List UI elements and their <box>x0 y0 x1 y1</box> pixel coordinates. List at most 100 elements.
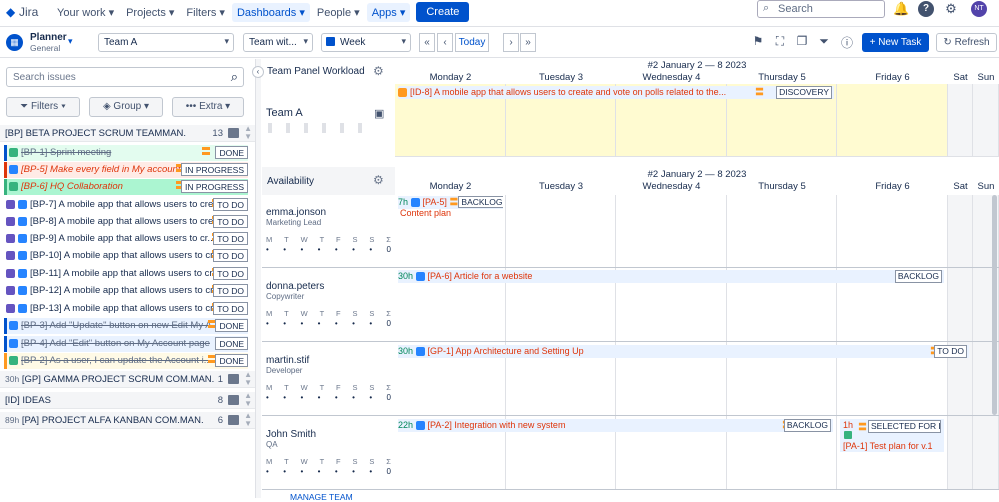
collapse-panel-button[interactable]: ‹ <box>252 66 264 78</box>
task-bar[interactable]: 1h 〓 SELECTED FOR D... [PA-1] Test plan … <box>840 419 944 452</box>
today-button[interactable]: Today <box>455 33 489 52</box>
filters-button[interactable]: ⏷ Filters ▾ <box>6 97 80 117</box>
first-page-button[interactable]: « <box>419 33 435 52</box>
view-select[interactable]: Week▾ <box>321 33 411 52</box>
group-header[interactable]: 30h [GP] GAMMA PROJECT SCRUM COM.MAN. 1 … <box>0 371 256 388</box>
task-title: [PA-2] Integration with new system <box>428 420 566 430</box>
copy-icon[interactable]: ❐ <box>794 34 810 50</box>
group-header[interactable]: 89h [PA] PROJECT ALFA KANBAN COM.MAN. 6 … <box>0 412 256 429</box>
calendar-icon[interactable] <box>228 128 239 138</box>
create-button[interactable]: Create <box>416 2 469 22</box>
search-input[interactable]: ⌕ Search <box>757 0 885 18</box>
nav-projects[interactable]: Projects ▾ <box>121 3 179 22</box>
task-bar[interactable]: 30h [PA-6] Article for a website 〓 BACKL… <box>398 270 944 283</box>
calendar-icon[interactable] <box>228 415 239 425</box>
team-select[interactable]: Team A▾ <box>98 33 234 52</box>
day-letter: S <box>369 235 374 244</box>
new-task-button[interactable]: + New Task <box>862 33 929 52</box>
subtask-icon <box>18 217 27 226</box>
team-with-select[interactable]: Team wit...▾ <box>243 33 313 52</box>
nav-filters[interactable]: Filters ▾ <box>181 3 230 22</box>
avatar[interactable]: NT <box>971 1 987 17</box>
next-button[interactable]: › <box>503 33 519 52</box>
fullscreen-icon[interactable]: ⛶ <box>772 34 788 50</box>
list-item[interactable]: [BP-13] A mobile app that allows users t… <box>4 301 248 317</box>
group-header[interactable]: [BP] BETA PROJECT SCRUM TEAMMAN. 13 ▲▼ <box>0 125 256 142</box>
nav-apps[interactable]: Apps ▾ <box>367 3 411 22</box>
flag-icon[interactable]: ⚑ <box>750 34 766 50</box>
list-item[interactable]: [BP-12] A mobile app that allows users t… <box>4 283 248 299</box>
group-button[interactable]: ◈ Group ▾ <box>89 97 163 117</box>
gear-icon[interactable]: ⚙ <box>373 64 384 78</box>
list-item[interactable]: [BP-1] Sprint meeting 〓DONE <box>4 145 248 161</box>
scrollbar[interactable] <box>992 195 997 415</box>
expand-icon <box>6 251 15 260</box>
panel-divider[interactable] <box>256 59 261 498</box>
calendar-cell[interactable] <box>948 84 973 157</box>
notifications-icon[interactable]: 🔔 <box>893 1 909 17</box>
list-item[interactable]: [BP-7] A mobile app that allows users to… <box>4 197 248 213</box>
sort-icon[interactable]: ▲▼ <box>244 412 252 428</box>
planner-icon[interactable]: ▦ <box>6 34 23 51</box>
calendar-cell[interactable] <box>616 195 727 268</box>
refresh-button[interactable]: ↻ Refresh <box>936 33 997 52</box>
group-count: 1 <box>218 371 223 388</box>
list-item[interactable]: [BP-3] Add "Update" button on new Edit M… <box>4 318 248 334</box>
list-item[interactable]: [BP-8] A mobile app that allows users to… <box>4 214 248 230</box>
calendar-cell[interactable] <box>837 195 948 268</box>
app-name[interactable]: Jira <box>19 5 38 19</box>
calendar-cell[interactable] <box>948 268 973 342</box>
sort-icon[interactable]: ▲▼ <box>244 371 252 387</box>
member-name[interactable]: martin.stif <box>266 355 309 366</box>
sort-icon[interactable]: ▲▼ <box>244 392 252 408</box>
task-bar[interactable]: [ID-8] A mobile app that allows users to… <box>398 86 834 99</box>
planner-title[interactable]: Planner <box>30 32 67 43</box>
member-name[interactable]: emma.jonson <box>266 207 326 218</box>
calendar-cell[interactable] <box>948 416 973 490</box>
calendar-icon[interactable] <box>228 395 239 405</box>
nav-your-work[interactable]: Your work ▾ <box>52 3 119 22</box>
calendar-cell[interactable] <box>973 84 999 157</box>
calendar-icon[interactable]: ▣ <box>374 107 384 120</box>
filter-icon[interactable]: ⏷ <box>816 34 832 50</box>
list-item[interactable]: [BP-2] As a user, I can update the Accou… <box>4 353 248 369</box>
subtask-icon <box>9 165 18 174</box>
calendar-cell[interactable] <box>948 195 973 268</box>
help-icon[interactable]: ⓘ <box>839 34 855 50</box>
extra-button[interactable]: ••• Extra ▾ <box>172 97 244 117</box>
member-name[interactable]: John Smith <box>266 429 316 440</box>
jira-logo-icon[interactable]: ◆ <box>6 6 16 18</box>
calendar-cell[interactable] <box>837 84 948 157</box>
task-hours: 30h <box>398 346 413 356</box>
member-name[interactable]: donna.peters <box>266 281 324 292</box>
status-badge: BACKLOG <box>784 419 831 432</box>
help-icon[interactable]: ? <box>918 1 934 17</box>
subtask-icon <box>18 286 27 295</box>
issue-title: [BP-1] Sprint meeting <box>21 147 111 158</box>
gear-icon[interactable]: ⚙ <box>943 1 959 17</box>
sort-icon[interactable]: ▲▼ <box>244 125 252 141</box>
manage-team-link[interactable]: MANAGE TEAM <box>290 492 353 502</box>
list-item[interactable]: [BP-11] A mobile app that allows users t… <box>4 266 248 282</box>
calendar-cell[interactable] <box>727 195 837 268</box>
calendar-icon[interactable] <box>228 374 239 384</box>
previous-button[interactable]: ‹ <box>437 33 453 52</box>
task-bar[interactable]: 30h [GP-1] App Architecture and Setting … <box>398 345 969 358</box>
search-issues-input[interactable]: Search issues ⌕ <box>6 67 244 87</box>
list-item[interactable]: [BP-9] A mobile app that allows users to… <box>4 231 248 247</box>
list-item[interactable]: [BP-5] Make every field in My account ..… <box>4 162 248 178</box>
nav-people[interactable]: People ▾ <box>312 3 365 22</box>
list-item[interactable]: [BP-6] HQ Collaboration 〓IN PROGRESS <box>4 179 248 195</box>
calendar-cell[interactable] <box>506 195 616 268</box>
group-header[interactable]: [ID] IDEAS 8 ▲▼ <box>0 392 256 409</box>
task-title[interactable]: Content plan <box>400 208 451 218</box>
last-page-button[interactable]: » <box>520 33 536 52</box>
chevron-down-icon[interactable]: ▾ <box>68 36 73 47</box>
calendar-cell[interactable] <box>973 416 999 490</box>
list-item[interactable]: [BP-4] Add "Edit" button on My Account p… <box>4 336 248 352</box>
list-item[interactable]: [BP-10] A mobile app that allows users t… <box>4 248 248 264</box>
task-bar[interactable]: 22h [PA-2] Integration with new system 〓… <box>398 419 833 432</box>
nav-dashboards[interactable]: Dashboards ▾ <box>232 3 310 22</box>
day-letter: T <box>284 309 289 318</box>
gear-icon[interactable]: ⚙ <box>373 173 384 187</box>
